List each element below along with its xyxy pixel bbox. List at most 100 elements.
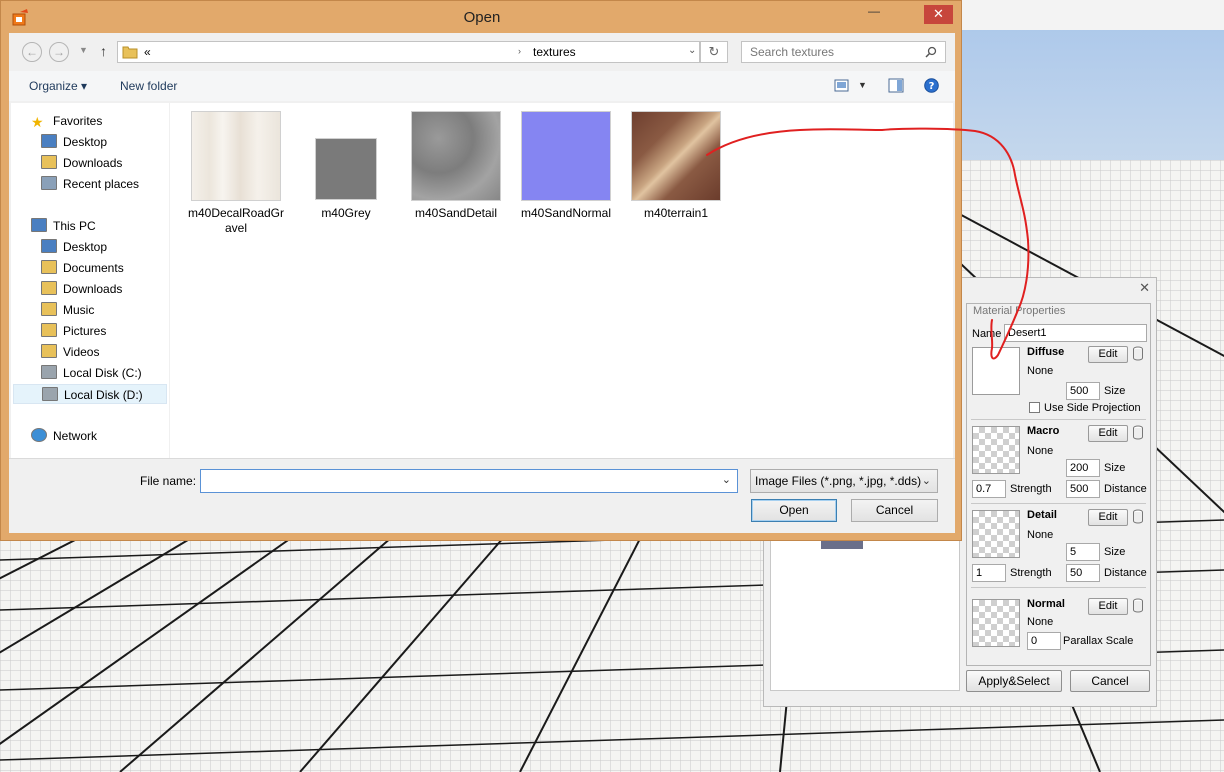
detail-strength-input[interactable]: 1 bbox=[972, 564, 1006, 582]
organize-menu[interactable]: Organize ▾ bbox=[29, 79, 87, 93]
nav-item-pc-6[interactable]: Local Disk (C:) bbox=[41, 363, 142, 383]
nav-item-fav-1[interactable]: Downloads bbox=[41, 153, 122, 173]
material-cancel-button[interactable]: Cancel bbox=[1070, 670, 1150, 692]
recent-places-icon bbox=[41, 176, 57, 190]
detail-edit-button[interactable]: Edit bbox=[1088, 509, 1128, 526]
sand-detail-texture-thumbnail[interactable] bbox=[411, 111, 501, 201]
nav-item-fav-2[interactable]: Recent places bbox=[41, 174, 139, 194]
macro-texture-value: None bbox=[1027, 445, 1054, 457]
normal-map-texture-thumbnail[interactable] bbox=[521, 111, 611, 201]
detail-distance-input[interactable]: 50 bbox=[1066, 564, 1100, 582]
file-name-input[interactable]: ⌄ bbox=[200, 469, 738, 493]
address-folder[interactable]: textures bbox=[533, 45, 576, 59]
file-name-label[interactable]: m40SandNormal bbox=[516, 206, 616, 221]
macro-strength-label: Strength bbox=[1010, 483, 1052, 495]
normal-edit-button[interactable]: Edit bbox=[1088, 598, 1128, 615]
nav-item-network[interactable]: Network bbox=[31, 426, 97, 446]
detail-size-input[interactable]: 5 bbox=[1066, 543, 1100, 561]
normal-clear-icon[interactable] bbox=[1133, 598, 1143, 613]
nav-item-this-pc[interactable]: This PC bbox=[31, 216, 96, 236]
macro-clear-icon[interactable] bbox=[1133, 425, 1143, 440]
nav-item-pc-1[interactable]: Documents bbox=[41, 258, 124, 278]
diffuse-texture-value: None bbox=[1027, 365, 1054, 377]
diffuse-clear-icon[interactable] bbox=[1133, 346, 1143, 361]
forward-arrow-icon[interactable]: → bbox=[49, 42, 69, 62]
file-name-label[interactable]: m40terrain1 bbox=[626, 206, 726, 221]
minimize-button[interactable]: — bbox=[861, 4, 887, 24]
search-input[interactable]: Search textures bbox=[741, 41, 946, 63]
back-arrow-icon[interactable]: ← bbox=[22, 42, 42, 62]
nav-item-label: Documents bbox=[63, 261, 124, 275]
nav-item-pc-0[interactable]: Desktop bbox=[41, 237, 107, 257]
close-button[interactable]: ✕ bbox=[924, 5, 953, 24]
file-name-label[interactable]: m40Grey bbox=[296, 206, 396, 221]
downloads-folder-icon bbox=[41, 155, 57, 169]
side-projection-checkbox[interactable] bbox=[1029, 402, 1040, 413]
detail-texture-slot[interactable] bbox=[972, 510, 1020, 558]
desktop-icon bbox=[41, 134, 57, 148]
macro-edit-button[interactable]: Edit bbox=[1088, 425, 1128, 442]
nav-item-pc-3[interactable]: Music bbox=[41, 300, 94, 320]
normal-texture-value: None bbox=[1027, 616, 1054, 628]
detail-strength-label: Strength bbox=[1010, 567, 1052, 579]
diffuse-size-input[interactable]: 500 bbox=[1066, 382, 1100, 400]
diffuse-edit-button[interactable]: Edit bbox=[1088, 346, 1128, 363]
dialog-title: Open bbox=[463, 9, 501, 26]
detail-clear-icon[interactable] bbox=[1133, 509, 1143, 524]
refresh-icon[interactable]: ↻ bbox=[700, 41, 728, 63]
parallax-scale-input[interactable]: 0 bbox=[1027, 632, 1061, 650]
normal-texture-slot[interactable] bbox=[972, 599, 1020, 647]
preview-pane-icon[interactable] bbox=[888, 78, 904, 93]
nav-item-label: Desktop bbox=[63, 135, 108, 149]
address-bar[interactable]: « › textures ⌄ bbox=[117, 41, 700, 63]
file-name-label[interactable]: m40SandDetail bbox=[406, 206, 506, 221]
nav-item-label: Desktop bbox=[63, 240, 108, 254]
material-name-label: Name bbox=[972, 328, 1002, 340]
new-folder-button[interactable]: New folder bbox=[120, 79, 177, 93]
view-options-icon[interactable] bbox=[834, 79, 850, 92]
macro-distance-input[interactable]: 500 bbox=[1066, 480, 1100, 498]
nav-item-pc-4[interactable]: Pictures bbox=[41, 321, 106, 341]
macro-size-input[interactable]: 200 bbox=[1066, 459, 1100, 477]
apply-select-button[interactable]: Apply&Select bbox=[966, 670, 1062, 692]
open-button[interactable]: Open bbox=[751, 499, 837, 522]
command-bar: Organize ▾ New folder ▼ ? bbox=[9, 71, 955, 101]
breadcrumb-chevron-icon[interactable]: › bbox=[518, 46, 521, 56]
nav-item-label: Pictures bbox=[63, 324, 107, 338]
favorites-star-icon: ★ bbox=[31, 114, 44, 130]
material-name-input[interactable]: Desert1 bbox=[1004, 324, 1147, 342]
macro-texture-slot[interactable] bbox=[972, 426, 1020, 474]
address-dropdown-icon[interactable]: ⌄ bbox=[688, 45, 696, 56]
detail-distance-label: Distance bbox=[1104, 567, 1147, 579]
disk-drive-icon bbox=[41, 365, 57, 379]
nav-item-pc-5[interactable]: Videos bbox=[41, 342, 99, 362]
view-dropdown-icon[interactable]: ▼ bbox=[858, 80, 867, 90]
up-arrow-icon[interactable]: ↑ bbox=[100, 43, 107, 59]
cancel-button[interactable]: Cancel bbox=[851, 499, 938, 522]
folder-icon bbox=[41, 302, 57, 316]
macro-strength-input[interactable]: 0.7 bbox=[972, 480, 1006, 498]
file-type-select[interactable]: Image Files (*.png, *.jpg, *.dds) ⌄ bbox=[750, 469, 938, 493]
file-type-dropdown-icon[interactable]: ⌄ bbox=[922, 474, 931, 487]
file-name-label[interactable]: m40DecalRoadGr avel bbox=[186, 206, 286, 236]
detail-size-label: Size bbox=[1104, 546, 1126, 558]
side-projection-label: Use Side Projection bbox=[1044, 402, 1141, 414]
navigation-pane: ★ Favorites Desktop Downloads Recent places T… bbox=[11, 103, 169, 458]
help-icon[interactable]: ? bbox=[924, 78, 939, 93]
material-close-button[interactable]: ✕ bbox=[1139, 280, 1150, 296]
road-decal-texture-thumbnail[interactable] bbox=[191, 111, 281, 201]
file-name-dropdown-icon[interactable]: ⌄ bbox=[722, 473, 731, 486]
nav-item-fav-0[interactable]: Desktop bbox=[41, 132, 107, 152]
diffuse-texture-slot[interactable] bbox=[972, 347, 1020, 395]
nav-item-pc-2[interactable]: Downloads bbox=[41, 279, 122, 299]
scene-tree-pane[interactable] bbox=[770, 536, 960, 691]
recent-dropdown-icon[interactable]: ▼ bbox=[79, 45, 88, 55]
nav-item-label: Downloads bbox=[63, 156, 123, 170]
grey-texture-thumbnail[interactable] bbox=[315, 138, 377, 200]
nav-item-favorites[interactable]: ★ Favorites bbox=[31, 111, 102, 131]
terrain-texture-thumbnail[interactable] bbox=[631, 111, 721, 201]
nav-item-pc-7[interactable]: Local Disk (D:) bbox=[13, 384, 167, 404]
nav-item-label: Favorites bbox=[53, 114, 103, 128]
search-icon[interactable] bbox=[925, 46, 937, 58]
address-prefix[interactable]: « bbox=[144, 45, 151, 59]
